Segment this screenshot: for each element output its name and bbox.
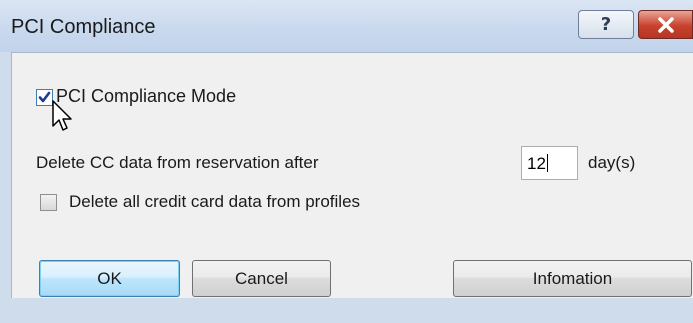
cancel-button-label: Cancel: [235, 268, 288, 288]
cancel-button[interactable]: Cancel: [192, 260, 331, 297]
days-unit-label: day(s): [588, 153, 636, 172]
window-title: PCI Compliance: [11, 16, 156, 38]
dialog-body: PCI Compliance Mode Delete CC data from …: [11, 52, 693, 298]
question-mark-icon: ?: [600, 14, 612, 35]
days-input[interactable]: 12: [521, 146, 578, 180]
information-button[interactable]: Infomation: [453, 260, 692, 297]
dialog-frame: PCI Compliance ? PCI Compliance Mode Del…: [0, 0, 693, 323]
help-button[interactable]: ?: [578, 10, 634, 39]
ok-button-label: OK: [97, 268, 122, 288]
text-caret: [546, 154, 548, 172]
mouse-pointer-icon: [52, 100, 72, 131]
delete-all-checkbox[interactable]: [40, 194, 57, 211]
checkmark-icon: [38, 91, 51, 103]
information-button-label: Infomation: [532, 268, 613, 288]
delete-cc-label: Delete CC data from reservation after: [36, 153, 319, 172]
pci-mode-label[interactable]: PCI Compliance Mode: [56, 86, 236, 107]
close-button[interactable]: [638, 10, 693, 39]
title-bar[interactable]: PCI Compliance ?: [0, 0, 693, 52]
days-input-value: 12: [527, 154, 546, 173]
ok-button[interactable]: OK: [39, 260, 180, 297]
pci-mode-checkbox[interactable]: [36, 89, 53, 106]
close-x-icon: [657, 16, 674, 33]
delete-all-label[interactable]: Delete all credit card data from profile…: [69, 192, 360, 212]
window-bottom-border: [0, 298, 693, 323]
